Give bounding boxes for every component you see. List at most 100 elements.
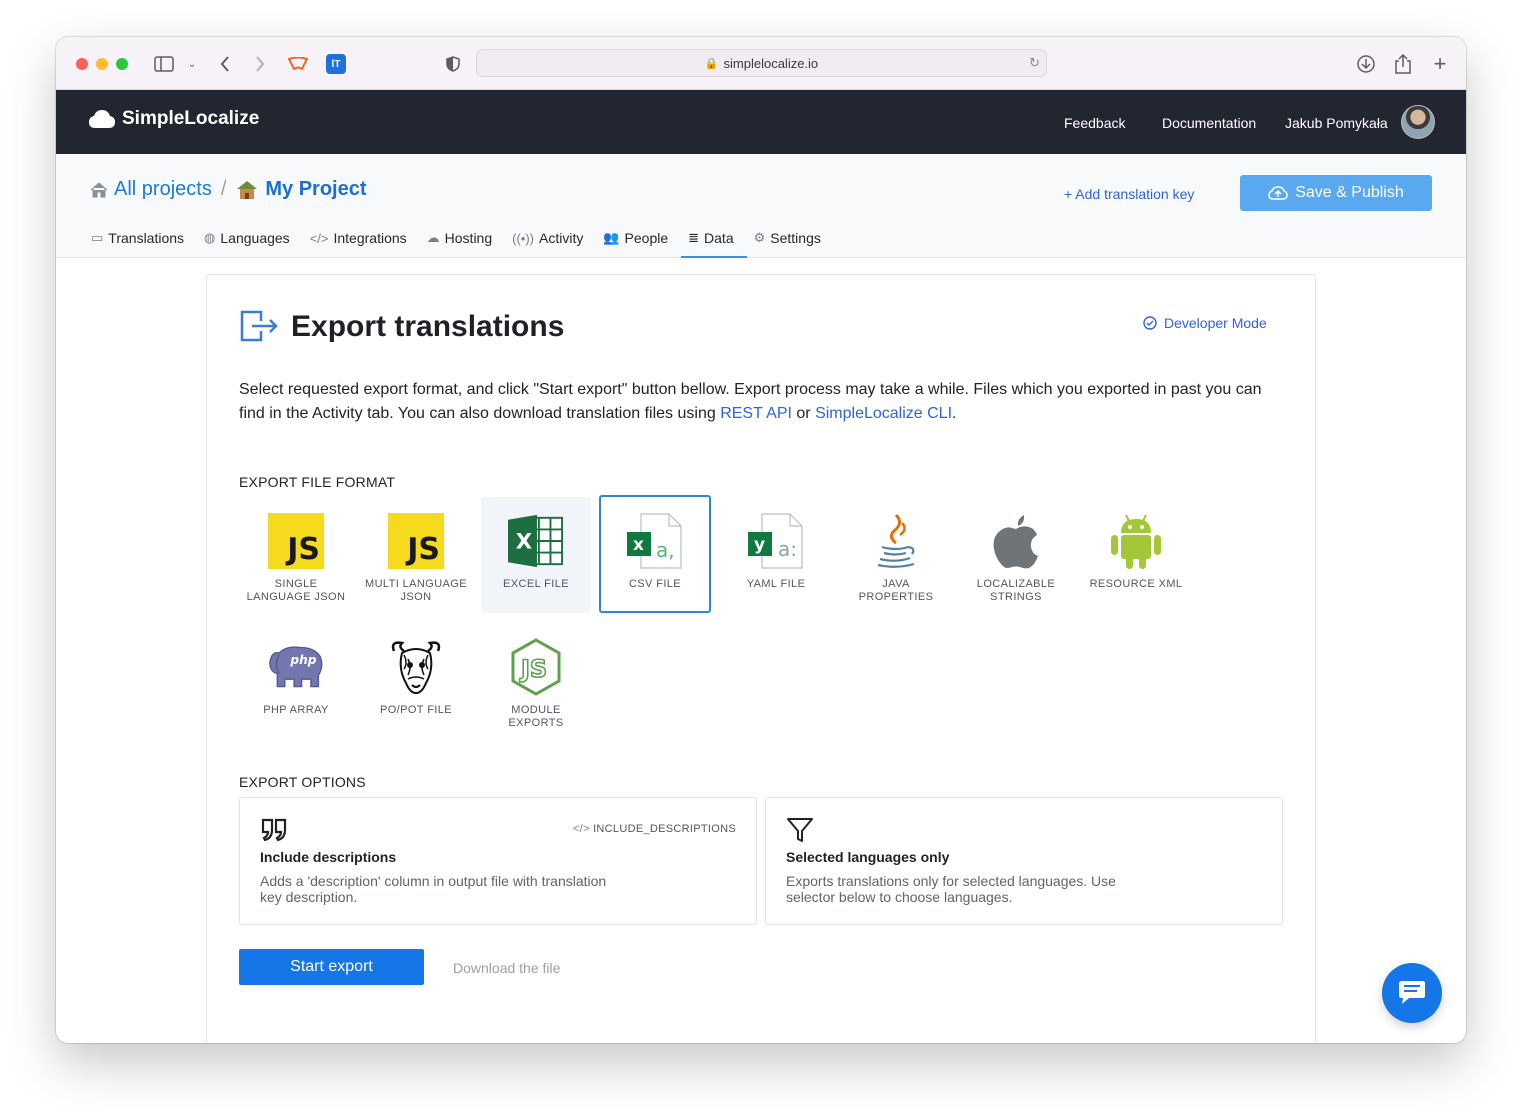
format-label: Multi language JSON <box>365 578 467 603</box>
people-icon: 👥 <box>603 230 620 245</box>
javascript-icon: JS <box>268 513 324 569</box>
translations-icon: ▭ <box>91 230 104 245</box>
breadcrumb-separator: / <box>220 178 227 200</box>
share-icon[interactable] <box>1391 52 1415 76</box>
browser-toolbar: ⌄ lT 🔒 simplelocalize.io ↻ + <box>56 37 1466 90</box>
close-window-button[interactable] <box>76 58 88 70</box>
format-multi-json[interactable]: JS Multi language JSON <box>361 497 471 613</box>
download-file-link[interactable]: Download the file <box>453 960 560 976</box>
tab-settings[interactable]: ⚙ Settings <box>747 218 834 258</box>
all-projects-link[interactable]: All projects <box>114 178 212 201</box>
format-po-pot[interactable]: PO/POT file <box>361 623 471 739</box>
option-tag: </> INCLUDE_DESCRIPTIONS <box>573 823 736 835</box>
format-label: Module exports <box>508 704 564 729</box>
download-icon[interactable] <box>1354 52 1378 76</box>
tab-activity[interactable]: ((•)) Activity <box>505 218 596 258</box>
gear-icon: ⚙ <box>753 230 766 245</box>
format-section-title: EXPORT FILE FORMAT <box>239 474 396 490</box>
start-export-button[interactable]: Start export <box>239 949 424 985</box>
yaml-icon: y a: <box>748 513 803 569</box>
tab-languages[interactable]: ◍ Languages <box>197 218 303 258</box>
code-icon: </> <box>572 823 594 835</box>
back-icon[interactable] <box>213 52 237 76</box>
browser-window: ⌄ lT 🔒 simplelocalize.io ↻ + SimpleLocal… <box>56 37 1466 1043</box>
forward-icon[interactable] <box>248 52 272 76</box>
nodejs-icon: JS <box>511 638 561 696</box>
intro-text: Select requested export format, and clic… <box>239 378 1279 426</box>
user-name[interactable]: Jakub Pomykała <box>1285 115 1388 131</box>
tab-hosting[interactable]: ☁ Hosting <box>420 218 505 258</box>
option-description: Adds a 'description' column in output fi… <box>260 873 607 905</box>
feedback-link[interactable]: Feedback <box>1064 115 1125 131</box>
cloud-upload-icon <box>1268 186 1288 200</box>
project-tabs: ▭ Translations ◍ Languages </> Integrations… <box>84 218 834 258</box>
home-icon[interactable] <box>90 181 108 198</box>
tab-label: Activity <box>539 230 584 246</box>
format-yaml[interactable]: y a: YAML file <box>721 497 831 613</box>
svg-text:a:: a: <box>778 537 797 561</box>
java-icon <box>877 513 915 568</box>
option-selected-languages[interactable]: Selected languages only Exports translat… <box>765 797 1283 925</box>
new-tab-icon[interactable]: + <box>1428 51 1452 76</box>
developer-mode-link[interactable]: Developer Mode <box>1143 315 1267 331</box>
project-emoji-icon <box>237 180 258 199</box>
format-csv[interactable]: x a, CSV file <box>599 495 711 613</box>
rest-api-link[interactable]: REST API <box>720 405 792 422</box>
intro-end: . <box>952 405 957 422</box>
option-description: Exports translations only for selected l… <box>786 873 1116 905</box>
format-java-properties[interactable]: Java properties <box>841 497 951 613</box>
developer-mode-label: Developer Mode <box>1164 315 1267 331</box>
svg-text:a,: a, <box>656 538 675 562</box>
cloud-icon: ☁ <box>426 230 440 245</box>
export-card: Export translations Developer Mode Selec… <box>206 274 1316 1043</box>
svg-text:y: y <box>754 535 765 555</box>
format-label: CSV file <box>628 578 682 590</box>
intro-or: or <box>791 405 816 422</box>
save-publish-button[interactable]: Save & Publish <box>1240 175 1432 211</box>
export-file-icon <box>240 310 278 342</box>
format-php-array[interactable]: php PHP Array <box>241 623 351 739</box>
php-icon: php <box>269 646 323 688</box>
code-icon: </> <box>309 230 329 246</box>
shield-icon[interactable] <box>441 52 465 76</box>
javascript-icon: JS <box>388 513 444 569</box>
svg-text:php: php <box>289 653 316 667</box>
format-label: Excel file <box>503 578 569 590</box>
tab-people[interactable]: 👥 People <box>596 218 681 258</box>
format-module-exports[interactable]: JS Module exports <box>481 623 591 739</box>
add-translation-key-button[interactable]: + Add translation key <box>1064 186 1194 202</box>
format-excel[interactable]: X Excel file <box>481 497 591 613</box>
chat-button[interactable] <box>1382 963 1442 1023</box>
android-icon <box>1111 514 1161 569</box>
format-label: PO/POT file <box>379 704 453 716</box>
svg-text:JS: JS <box>519 655 547 683</box>
tab-label: Translations <box>108 230 185 246</box>
sidebar-toggle-icon[interactable] <box>152 52 176 76</box>
translate-extension-icon[interactable]: lT <box>324 52 348 76</box>
brand-logo[interactable]: SimpleLocalize <box>88 108 259 130</box>
address-bar[interactable]: 🔒 simplelocalize.io ↻ <box>476 49 1047 77</box>
chat-bubble-icon <box>1399 981 1425 1004</box>
extension-icon[interactable] <box>286 52 310 76</box>
tab-integrations[interactable]: </> Integrations <box>303 218 420 258</box>
filter-icon <box>787 818 813 842</box>
option-include-descriptions[interactable]: </> INCLUDE_DESCRIPTIONS Include descrip… <box>239 797 757 925</box>
check-circle-icon <box>1143 316 1157 330</box>
tab-translations[interactable]: ▭ Translations <box>84 218 197 258</box>
avatar[interactable] <box>1401 105 1435 139</box>
documentation-link[interactable]: Documentation <box>1162 115 1256 131</box>
format-resource-xml[interactable]: Resource XML <box>1081 497 1191 613</box>
project-name[interactable]: My Project <box>265 178 366 201</box>
excel-icon: X <box>508 514 564 568</box>
format-single-json[interactable]: JS Single language JSON <box>241 497 351 613</box>
reload-icon[interactable]: ↻ <box>1029 55 1040 71</box>
cli-link[interactable]: SimpleLocalize CLI <box>815 405 952 422</box>
minimize-window-button[interactable] <box>96 58 108 70</box>
quote-icon <box>261 818 287 842</box>
tab-label: Integrations <box>333 230 407 246</box>
tab-data[interactable]: ≣ Data <box>681 218 748 258</box>
chevron-down-icon[interactable]: ⌄ <box>180 52 204 76</box>
globe-icon: ◍ <box>204 230 216 245</box>
format-localizable-strings[interactable]: Localizable strings <box>961 497 1071 613</box>
zoom-window-button[interactable] <box>116 58 128 70</box>
